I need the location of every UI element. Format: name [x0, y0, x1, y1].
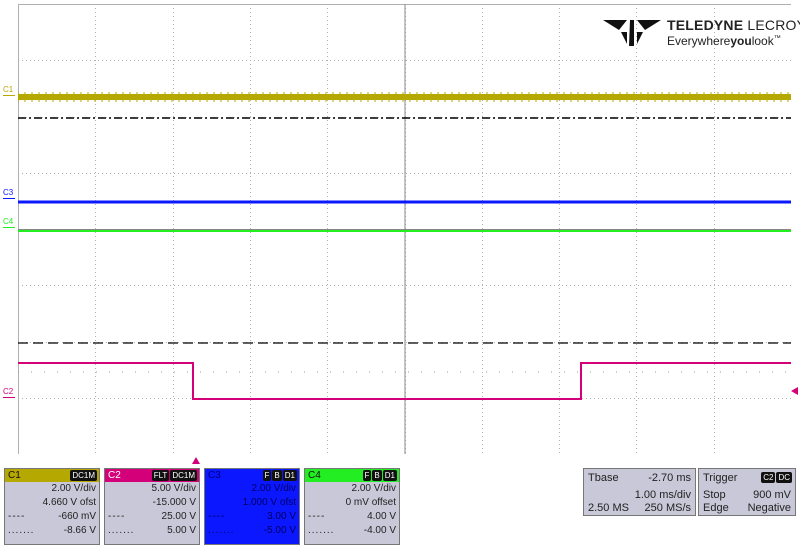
- c1-descriptor[interactable]: C1 DC1M 2.00 V/div 4.660 V ofst ---- -660…: [4, 468, 100, 545]
- filter-badge: F: [262, 470, 272, 481]
- timebase-rate: 250 MS/s: [644, 502, 691, 514]
- dot-line-icon: .......: [108, 525, 135, 536]
- coupling-badge: D1: [382, 470, 397, 481]
- c4-line2-value: -4.00 V: [363, 525, 396, 536]
- brand-tagline: Everywhereyoulook™: [667, 34, 781, 48]
- trigger-source-badge: C2: [761, 472, 776, 483]
- c3-ground-marker: C3: [3, 188, 16, 199]
- bandwidth-badge: B: [372, 470, 382, 481]
- waveform-grid: [18, 4, 791, 454]
- c2-descriptor[interactable]: C2 FLT DC1M 5.00 V/div -15.000 V ---- 25.…: [104, 468, 200, 545]
- c2-line1-value: 25.00 V: [161, 511, 196, 522]
- coupling-badge: DC1M: [170, 470, 197, 481]
- dash-line-icon: ----: [8, 511, 26, 522]
- c4-descriptor[interactable]: C4 F B D1 2.00 V/div 0 mV offset ---- 4.0…: [304, 468, 400, 545]
- c4-ground-marker: C4: [3, 217, 16, 228]
- timebase-delay: -2.70 ms: [648, 472, 691, 484]
- c4-offset: 0 mV offset: [345, 497, 396, 508]
- coupling-badge: D1: [282, 470, 297, 481]
- c3-line1-value: 3.00 V: [267, 511, 296, 522]
- c3-line2-value: -5.00 V: [263, 525, 296, 536]
- timebase-samples: 2.50 MS: [588, 502, 629, 514]
- coupling-badge: DC1M: [70, 470, 97, 481]
- filter-badge: FLT: [151, 470, 170, 481]
- trigger-coupling-badge: DC: [776, 472, 792, 483]
- c3-vdiv: 2.00 V/div: [251, 483, 296, 494]
- brand-name: TELEDYNE LECROY: [667, 17, 800, 33]
- c1-ground-marker: C1: [3, 85, 16, 96]
- trigger-position-arrow-icon[interactable]: [192, 457, 200, 464]
- trigger-type: Edge: [703, 502, 729, 514]
- c4-line1-value: 4.00 V: [367, 511, 396, 522]
- timebase-tdiv: 1.00 ms/div: [634, 489, 691, 501]
- c3-offset: 1.000 V ofst: [242, 497, 296, 508]
- c2-offset: -15.000 V: [152, 497, 196, 508]
- filter-badge: F: [362, 470, 372, 481]
- waveform-display[interactable]: [18, 4, 791, 454]
- c1-offset: 4.660 V ofst: [42, 497, 96, 508]
- dot-line-icon: .......: [308, 525, 335, 536]
- trigger-level-arrow-icon[interactable]: [791, 387, 798, 395]
- bandwidth-badge: B: [272, 470, 282, 481]
- c2-ground-marker: C2: [3, 387, 16, 398]
- dash-line-icon: ----: [308, 511, 326, 522]
- timebase-details[interactable]: 1.00 ms/div 2.50 MS 250 MS/s: [583, 487, 696, 516]
- dash-line-icon: ----: [208, 511, 226, 522]
- c1-line1-value: -660 mV: [58, 511, 96, 522]
- timebase-descriptor[interactable]: Tbase -2.70 ms: [583, 468, 696, 488]
- timebase-title: Tbase: [588, 472, 619, 484]
- c3-descriptor[interactable]: C3 F B D1 2.00 V/div 1.000 V ofst ---- 3.…: [204, 468, 300, 545]
- trigger-title: Trigger: [703, 472, 738, 484]
- teledyne-mark-icon: [603, 20, 661, 46]
- c4-descriptor-header: C4 F B D1: [305, 469, 399, 482]
- dash-line-icon: ----: [108, 511, 126, 522]
- c2-vdiv: 5.00 V/div: [151, 483, 196, 494]
- c1-vdiv: 2.00 V/div: [51, 483, 96, 494]
- trigger-descriptor[interactable]: Trigger C2 DC: [698, 468, 796, 488]
- c1-line2-value: -8.66 V: [63, 525, 96, 536]
- trigger-slope: Negative: [747, 502, 791, 514]
- c2-descriptor-header: C2 FLT DC1M: [105, 469, 199, 482]
- dot-line-icon: .......: [208, 525, 235, 536]
- c2-line2-value: 5.00 V: [167, 525, 196, 536]
- brand-logo: TELEDYNE LECROY Everywhereyoulook™: [603, 14, 800, 50]
- trigger-details[interactable]: Stop 900 mV Edge Negative: [698, 487, 796, 516]
- c1-descriptor-header: C1 DC1M: [5, 469, 99, 482]
- trigger-level: 900 mV: [753, 489, 791, 501]
- dot-line-icon: .......: [8, 525, 35, 536]
- c4-vdiv: 2.00 V/div: [351, 483, 396, 494]
- c3-descriptor-header: C3 F B D1: [205, 469, 299, 482]
- trigger-mode: Stop: [703, 489, 726, 501]
